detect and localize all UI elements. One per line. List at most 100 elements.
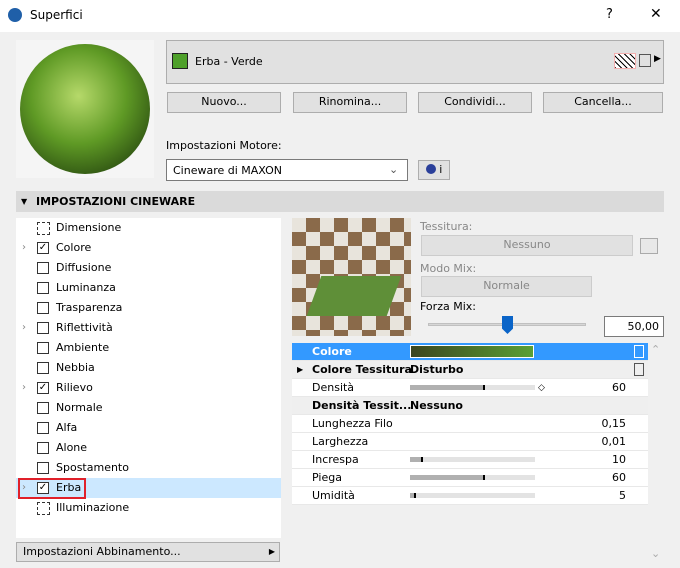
matching-settings-button[interactable]: Impostazioni Abbinamento... ▶ (16, 542, 280, 562)
channel-label: Spostamento (56, 461, 129, 474)
channel-item[interactable]: Ambiente (16, 338, 281, 358)
pattern-icon[interactable] (614, 53, 636, 69)
texture-link-icon[interactable] (634, 363, 644, 376)
channel-item[interactable]: Trasparenza (16, 298, 281, 318)
cineware-icon (425, 164, 436, 174)
keyframe-icon[interactable]: ◇ (538, 379, 545, 397)
material-name-field[interactable]: Erba - Verde ▶ (166, 40, 664, 84)
property-row[interactable]: Densità Tessit... Nessuno (292, 397, 648, 415)
property-slider[interactable] (410, 475, 535, 480)
channel-item[interactable]: Dimensione (16, 218, 281, 238)
channel-label: Ambiente (56, 341, 110, 354)
property-row[interactable]: Lunghezza Filo 0,15 (292, 415, 648, 433)
channel-item[interactable]: Luminanza (16, 278, 281, 298)
channel-item[interactable]: Alfa (16, 418, 281, 438)
share-button[interactable]: Condividi... (418, 92, 532, 113)
channel-item[interactable]: Illuminazione (16, 498, 281, 518)
color-gradient[interactable] (410, 345, 534, 358)
channel-checkbox[interactable] (37, 442, 49, 454)
property-number[interactable]: 60 (612, 469, 626, 487)
property-number[interactable]: 5 (619, 487, 626, 505)
property-slider[interactable] (410, 457, 535, 462)
scroll-up-icon[interactable]: ⌃ (651, 343, 660, 356)
channel-item[interactable]: Nebbia (16, 358, 281, 378)
property-row[interactable]: ▶ Colore Tessitura Disturbo (292, 361, 648, 379)
mix-strength-label: Forza Mix: (420, 300, 476, 313)
mix-mode-dropdown[interactable]: Normale (421, 276, 592, 297)
property-row[interactable]: Colore (292, 343, 648, 361)
selection-highlight (18, 478, 86, 499)
channel-checkbox[interactable] (37, 462, 49, 474)
property-number[interactable]: 60 (612, 379, 626, 397)
property-number[interactable]: 0,01 (602, 433, 627, 451)
texture-browse-icon[interactable] (640, 238, 658, 254)
expand-chevron-icon[interactable]: › (22, 378, 26, 398)
engine-dropdown[interactable]: Cineware di MAXON ⌄ (166, 159, 408, 181)
channel-checkbox[interactable]: ✓ (37, 242, 49, 254)
channel-checkbox[interactable] (37, 262, 49, 274)
channel-label: Dimensione (56, 221, 122, 234)
property-value[interactable]: Disturbo (410, 361, 463, 379)
channel-item[interactable]: › ✓ Colore (16, 238, 281, 258)
scroll-down-icon[interactable]: ⌄ (651, 547, 660, 560)
channel-item[interactable]: Spostamento (16, 458, 281, 478)
channel-label: Illuminazione (56, 501, 130, 514)
image-menu-icon[interactable] (639, 54, 651, 67)
mix-strength-slider[interactable] (428, 316, 586, 334)
property-row[interactable]: Densità ◇ 60 (292, 379, 648, 397)
property-slider[interactable] (410, 493, 535, 498)
property-number[interactable]: 0,15 (602, 415, 627, 433)
property-number[interactable]: 10 (612, 451, 626, 469)
rename-button[interactable]: Rinomina... (293, 92, 407, 113)
help-button[interactable]: ? (606, 7, 613, 22)
channel-label: Alone (56, 441, 88, 454)
channel-item[interactable]: › ✓ Rilievo (16, 378, 281, 398)
property-name: Piega (312, 471, 342, 484)
channel-checkbox[interactable] (37, 282, 49, 294)
channel-preview (292, 218, 411, 336)
material-preview (16, 40, 154, 178)
app-icon (8, 8, 22, 22)
dimension-icon (37, 222, 50, 235)
texture-label: Tessitura: (420, 220, 473, 233)
channel-checkbox[interactable] (37, 362, 49, 374)
slider-thumb[interactable] (502, 316, 513, 334)
texture-field[interactable]: Nessuno (421, 235, 633, 256)
property-row[interactable]: Increspa 10 (292, 451, 648, 469)
mix-mode-label: Modo Mix: (420, 262, 477, 275)
expand-chevron-icon[interactable]: › (22, 318, 26, 338)
info-label: i (439, 163, 443, 176)
channel-item[interactable]: Alone (16, 438, 281, 458)
mix-strength-input[interactable]: 50,00 (604, 316, 664, 337)
section-header[interactable]: ▼ IMPOSTAZIONI CINEWARE (16, 191, 664, 212)
channel-item[interactable]: Normale (16, 398, 281, 418)
channel-checkbox[interactable] (37, 302, 49, 314)
material-color-swatch[interactable] (172, 53, 188, 69)
expand-triangle-icon[interactable]: ▶ (297, 361, 303, 379)
channel-item[interactable]: › Riflettività (16, 318, 281, 338)
engine-label: Impostazioni Motore: (166, 139, 282, 152)
property-slider[interactable] (410, 385, 535, 390)
material-name: Erba - Verde (195, 55, 263, 68)
property-row[interactable]: Piega 60 (292, 469, 648, 487)
close-button[interactable]: ✕ (650, 6, 662, 22)
channel-checkbox[interactable] (37, 402, 49, 414)
scrollbar[interactable]: ⌃ ⌄ (648, 343, 664, 562)
property-name: Increspa (312, 453, 359, 466)
channel-item[interactable]: › ✓ Erba (16, 478, 281, 499)
channel-checkbox[interactable]: ✓ (37, 382, 49, 394)
channel-label: Colore (56, 241, 92, 254)
property-value[interactable]: Nessuno (410, 397, 463, 415)
channel-checkbox[interactable] (37, 342, 49, 354)
new-button[interactable]: Nuovo... (167, 92, 281, 113)
texture-link-icon[interactable] (634, 345, 644, 358)
channel-checkbox[interactable] (37, 322, 49, 334)
menu-arrow-icon[interactable]: ▶ (654, 54, 661, 64)
expand-chevron-icon[interactable]: › (22, 238, 26, 258)
channel-checkbox[interactable] (37, 422, 49, 434)
engine-info-button[interactable]: i (418, 160, 450, 180)
channel-item[interactable]: Diffusione (16, 258, 281, 278)
property-row[interactable]: Larghezza 0,01 (292, 433, 648, 451)
delete-button[interactable]: Cancella... (543, 92, 663, 113)
property-row[interactable]: Umidità 5 (292, 487, 648, 505)
